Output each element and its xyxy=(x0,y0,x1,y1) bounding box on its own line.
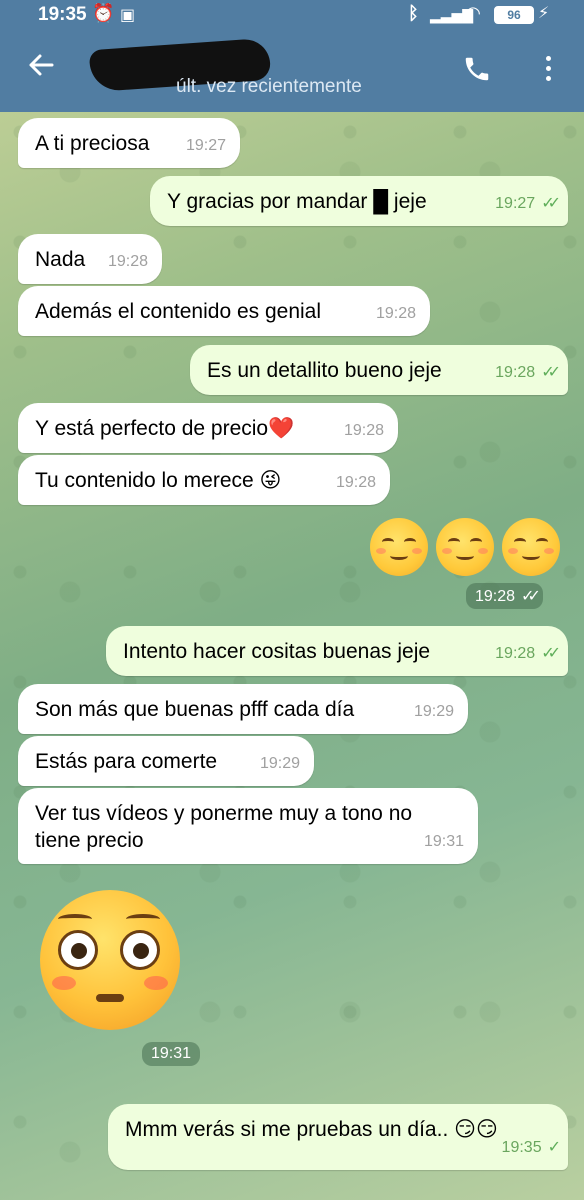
message-outgoing[interactable]: Y gracias por mandar █ jeje 19:27 ✓✓ xyxy=(150,176,568,226)
relieved-smile-emoji xyxy=(502,518,560,576)
relieved-smile-emoji xyxy=(436,518,494,576)
message-time: 19:28 xyxy=(335,474,376,491)
message-incoming[interactable]: Son más que buenas pfff cada día 19:29 xyxy=(18,684,468,734)
message-meta: 19:28 ✓✓ xyxy=(495,640,561,667)
message-time: 19:28 xyxy=(495,364,536,381)
message-outgoing[interactable]: Es un detallito bueno jeje 19:28 ✓✓ xyxy=(190,345,568,395)
message-incoming[interactable]: Tu contenido lo merece 😜 19:28 xyxy=(18,455,390,505)
message-time: 19:28 xyxy=(475,588,516,605)
message-text: Es un detallito bueno jeje xyxy=(207,359,442,382)
flushed-face-emoji xyxy=(40,890,180,1030)
message-time: 19:31 xyxy=(142,1042,201,1066)
message-text: Estás para comerte xyxy=(35,750,218,773)
read-ticks-icon: ✓✓ xyxy=(521,588,541,605)
message-incoming[interactable]: A ti preciosa 19:27 xyxy=(18,118,240,168)
message-meta: 19:28 ✓✓ xyxy=(495,359,561,386)
message-text: Tu contenido lo merece 😜 xyxy=(35,469,282,492)
message-text: Y está perfecto de precio❤️ xyxy=(35,417,295,440)
nfc-icon: ▣ xyxy=(120,7,136,24)
message-time: 19:28 xyxy=(495,645,536,662)
message-incoming[interactable]: Y está perfecto de precio❤️ 19:28 xyxy=(18,403,398,453)
contact-last-seen: últ. vez recientemente xyxy=(176,76,362,97)
message-time: 19:35 xyxy=(501,1139,542,1156)
message-incoming[interactable]: Ver tus vídeos y ponerme muy a tono no t… xyxy=(18,788,478,864)
charging-icon: ⚡ xyxy=(538,5,550,22)
relieved-smile-emoji xyxy=(370,518,428,576)
message-time: 19:29 xyxy=(413,703,454,720)
message-time: 19:28 xyxy=(375,305,416,322)
bluetooth-icon: ᛒ xyxy=(408,3,419,23)
message-text: Intento hacer cositas buenas jeje xyxy=(123,640,431,663)
message-time: 19:27 xyxy=(185,137,226,154)
back-arrow-icon[interactable] xyxy=(26,50,56,87)
battery-indicator: 96 xyxy=(494,6,534,24)
more-options-icon[interactable] xyxy=(536,56,560,86)
message-text: Ver tus vídeos y ponerme muy a tono no t… xyxy=(35,802,413,852)
message-time: 19:31 xyxy=(423,833,464,850)
phone-call-icon[interactable] xyxy=(462,54,494,86)
message-text: A ti preciosa xyxy=(35,132,150,155)
status-time: 19:35 xyxy=(38,4,87,25)
message-time: 19:27 xyxy=(495,195,536,212)
status-bar: 19:35 ⏰ ▣ ᛒ ▂▃▅▇ ◠ 96 ⚡ xyxy=(0,0,584,30)
message-incoming[interactable]: Nada 19:28 xyxy=(18,234,162,284)
message-outgoing[interactable]: Mmm verás si me pruebas un día.. 😏😏 19:3… xyxy=(108,1104,568,1170)
read-ticks-icon: ✓✓ xyxy=(541,645,561,662)
alarm-icon: ⏰ xyxy=(92,3,115,23)
read-ticks-icon: ✓✓ xyxy=(541,364,561,381)
message-text: Son más que buenas pfff cada día xyxy=(35,698,355,721)
message-text: Y gracias por mandar █ jeje xyxy=(167,190,427,213)
wifi-icon: ◠ xyxy=(466,3,480,23)
message-text: Mmm verás si me pruebas un día.. 😏😏 xyxy=(125,1118,498,1141)
message-incoming[interactable]: Además el contenido es genial 19:28 xyxy=(18,286,430,336)
message-outgoing[interactable]: Intento hacer cositas buenas jeje 19:28 ✓… xyxy=(106,626,568,676)
message-meta: 19:27 ✓✓ xyxy=(495,190,561,217)
chat-header: últ. vez recientemente xyxy=(0,30,584,112)
read-ticks-icon: ✓✓ xyxy=(541,195,561,212)
message-meta: 19:35 ✓ xyxy=(501,1134,562,1161)
message-incoming[interactable]: Estás para comerte 19:29 xyxy=(18,736,314,786)
sent-tick-icon: ✓ xyxy=(547,1139,562,1156)
message-time: 19:29 xyxy=(259,755,300,772)
message-text: Nada xyxy=(35,248,86,271)
emoji-message-meta: 19:28 ✓✓ xyxy=(466,583,543,609)
message-time: 19:28 xyxy=(343,422,384,439)
message-text: Además el contenido es genial xyxy=(35,300,322,323)
message-time: 19:28 xyxy=(107,253,148,270)
